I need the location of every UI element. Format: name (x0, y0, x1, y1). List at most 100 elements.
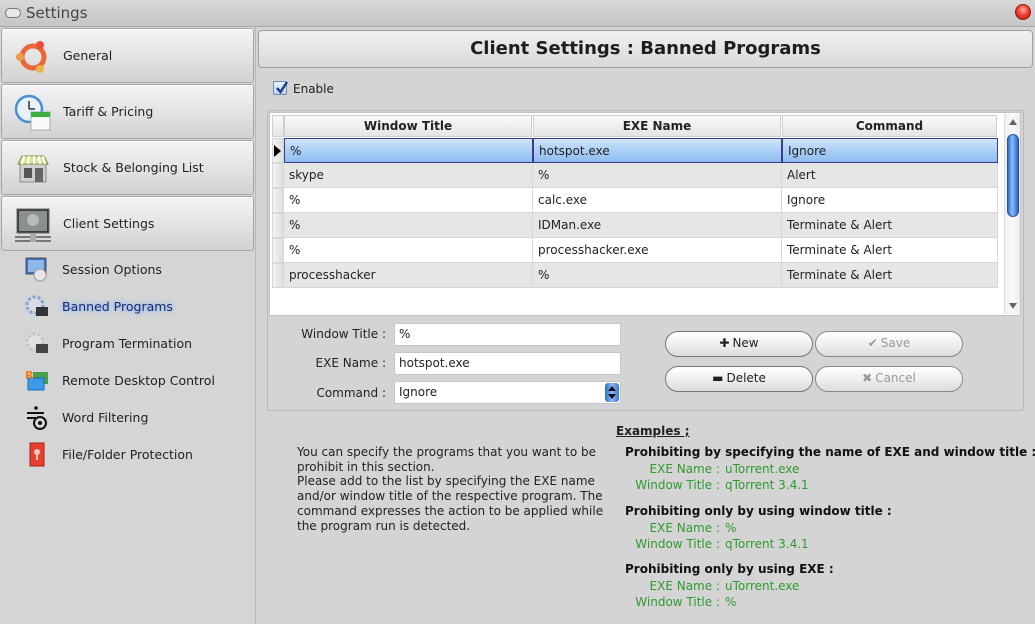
scroll-thumb[interactable] (1007, 134, 1019, 217)
example-key: EXE Name : (649, 462, 720, 476)
cell-exe-name[interactable]: calc.exe (533, 188, 782, 213)
cell-window-title[interactable]: % (284, 138, 533, 163)
cell-window-title[interactable]: % (284, 188, 533, 213)
sidebar-item-label: File/Folder Protection (62, 447, 193, 462)
close-icon[interactable] (1015, 4, 1031, 20)
delete-button-label: Delete (726, 371, 766, 385)
cancel-button[interactable]: ✖ Cancel (815, 366, 963, 392)
example-heading: Prohibiting by specifying the name of EX… (625, 445, 1035, 459)
example-key: Window Title : (635, 595, 720, 609)
command-select[interactable]: Ignore (394, 381, 621, 404)
row-pointer-icon (274, 145, 281, 157)
window-titlebar: Settings (0, 0, 1035, 27)
cell-command[interactable]: Terminate & Alert (782, 238, 998, 263)
cell-window-title[interactable]: % (284, 238, 533, 263)
example-value: % (725, 595, 737, 609)
example-exe-line: EXE Name :% (600, 521, 737, 535)
column-header-exe-name[interactable]: EXE Name (533, 115, 781, 137)
cell-window-title[interactable]: processhacker (284, 263, 533, 288)
command-select-value: Ignore (399, 385, 438, 399)
row-header[interactable] (272, 263, 284, 288)
cell-exe-name[interactable]: % (533, 163, 782, 188)
new-button-label: New (732, 336, 759, 350)
sidebar-subitem-word-filtering[interactable]: Word Filtering (20, 403, 250, 433)
table-row[interactable]: % calc.exe Ignore (284, 188, 998, 213)
window-menu-icon[interactable] (5, 8, 21, 18)
sidebar-item-label: Remote Desktop Control (62, 373, 215, 388)
page-title: Client Settings : Banned Programs (258, 30, 1033, 68)
cell-window-title[interactable]: skype (284, 163, 533, 188)
sidebar-subitem-session-options[interactable]: Session Options (20, 255, 250, 285)
window-title-label: Window Title : (301, 327, 386, 341)
cell-exe-name[interactable]: hotspot.exe (533, 138, 782, 163)
sidebar-item-label: Stock & Belonging List (63, 160, 204, 175)
table-row[interactable]: skype% Alert (284, 163, 998, 188)
scroll-down-icon[interactable] (1009, 303, 1017, 309)
sidebar-item-tariff-pricing[interactable]: Tariff & Pricing (1, 84, 254, 139)
example-value: % (725, 521, 737, 535)
row-header[interactable] (272, 188, 284, 213)
sidebar-item-label: Tariff & Pricing (63, 104, 154, 119)
check-icon: ✔ (867, 336, 878, 350)
sidebar-subitem-banned-programs[interactable]: Banned Programs (20, 292, 250, 322)
table-row[interactable]: % IDMan.exe Terminate & Alert (284, 213, 998, 238)
window-title-input[interactable]: % (394, 323, 621, 346)
new-button[interactable]: ✚ New (665, 331, 813, 357)
lock-folder-icon (29, 442, 45, 467)
gear-window-gray-icon (25, 332, 48, 353)
row-header[interactable] (272, 213, 284, 238)
cell-command[interactable]: Ignore (782, 188, 998, 213)
cell-exe-name[interactable]: IDMan.exe (533, 213, 782, 238)
sidebar-item-stock-belonging[interactable]: Stock & Belonging List (1, 140, 254, 195)
cell-exe-name[interactable]: % (533, 263, 782, 288)
row-header[interactable] (272, 163, 284, 188)
sidebar-subitem-file-folder-protection[interactable]: File/Folder Protection (20, 440, 250, 470)
cell-command[interactable]: Terminate & Alert (782, 213, 998, 238)
session-gear-icon (25, 257, 47, 282)
exe-name-input[interactable]: hotspot.exe (394, 352, 621, 375)
sidebar-subitem-remote-desktop[interactable]: R Remote Desktop Control (20, 366, 250, 396)
sidebar-item-client-settings[interactable]: Client Settings (1, 196, 254, 251)
checkbox-checked-icon[interactable] (273, 81, 289, 95)
cell-exe-name[interactable]: processhacker.exe (533, 238, 782, 263)
row-header[interactable] (272, 238, 284, 263)
banned-programs-table: Window Title EXE Name Command % hotspot.e… (269, 112, 1021, 316)
example-title-line: Window Title : qTorrent 3.4.1 (600, 537, 809, 551)
example-heading: Prohibiting only by using EXE : (625, 562, 834, 576)
column-header-window-title[interactable]: Window Title (284, 115, 532, 137)
cell-window-title[interactable]: % (284, 213, 533, 238)
ubuntu-logo-icon (16, 41, 47, 73)
sidebar-item-general[interactable]: General (1, 28, 254, 83)
sidebar: General Tariff & Pricing Stock & Belongi… (0, 27, 256, 624)
select-spinner-icon[interactable] (605, 383, 619, 402)
sidebar-item-label: General (63, 48, 113, 63)
remote-desktop-icon: R (25, 369, 48, 391)
example-value: qTorrent 3.4.1 (725, 537, 809, 551)
cell-command[interactable]: Ignore (782, 138, 998, 163)
scroll-up-icon[interactable] (1009, 119, 1017, 125)
help-description: You can specify the programs that you wa… (297, 445, 607, 533)
cell-command[interactable]: Alert (782, 163, 998, 188)
save-button[interactable]: ✔ Save (815, 331, 963, 357)
example-key: Window Title : (635, 478, 720, 492)
table-row[interactable]: processhacker% Terminate & Alert (284, 263, 998, 288)
row-divider (284, 287, 998, 288)
svg-text:R: R (25, 369, 34, 382)
cell-command[interactable]: Terminate & Alert (782, 263, 998, 288)
enable-label: Enable (293, 82, 334, 96)
row-header[interactable] (272, 138, 284, 163)
sidebar-item-label: Word Filtering (62, 410, 149, 425)
delete-button[interactable]: ▬ Delete (665, 366, 813, 392)
word-filter-icon (27, 406, 47, 430)
sidebar-subitem-program-termination[interactable]: Program Termination (20, 329, 250, 359)
table-row[interactable]: % hotspot.exe Ignore (284, 138, 998, 163)
table-row[interactable]: % processhacker.exe Terminate & Alert (284, 238, 998, 263)
table-scrollbar[interactable] (1004, 114, 1020, 314)
clock-calendar-icon (14, 94, 51, 131)
example-value: uTorrent.exe (725, 579, 800, 593)
column-header-command[interactable]: Command (782, 115, 997, 137)
exe-name-label: EXE Name : (315, 356, 386, 370)
example-key: EXE Name : (649, 579, 720, 593)
example-title-line: Window Title : qTorrent 3.4.1 (600, 478, 809, 492)
example-value: qTorrent 3.4.1 (725, 478, 809, 492)
